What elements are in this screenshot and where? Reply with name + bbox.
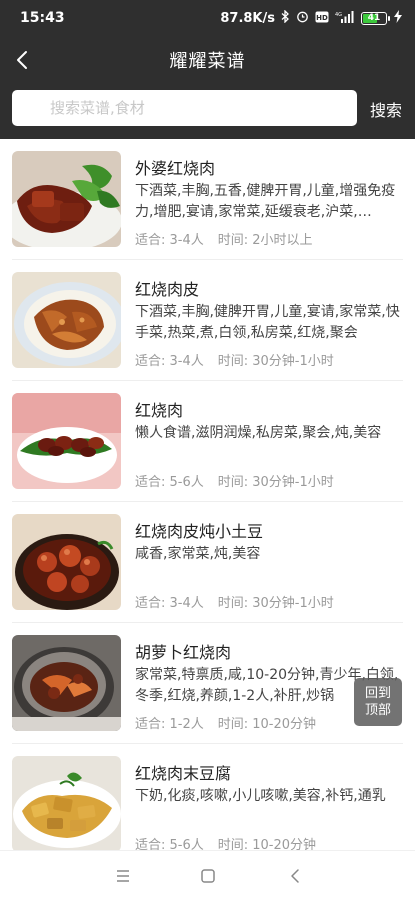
home-square-icon[interactable] (197, 865, 219, 887)
recipe-tags: 下酒菜,丰胸,健脾开胃,儿童,宴请,家常菜,快手菜,热菜,煮,白领,私房菜,红烧… (135, 304, 400, 341)
status-icons: 87.8K/s HD 4G 41 (220, 9, 403, 26)
signal-4g-icon: 4G (335, 10, 355, 26)
recipe-photo-braised-pork-greens (12, 151, 121, 247)
alarm-icon (296, 10, 309, 26)
recipe-title: 胡萝卜红烧肉 (135, 643, 232, 662)
recipe-serves: 适合: 3-4人 (135, 233, 204, 248)
recipe-serves: 适合: 3-4人 (135, 354, 204, 369)
recipe-time: 时间: 2小时以上 (217, 233, 313, 248)
recipe-time: 时间: 30分钟-1小时 (217, 596, 334, 611)
menu-icon[interactable] (112, 865, 134, 887)
recipe-title: 红烧肉皮 (135, 280, 200, 299)
recipe-photo-minced-pork-tofu (12, 756, 121, 850)
recipe-serves: 适合: 3-4人 (135, 596, 204, 611)
recipe-photo-braised-pork-plate (12, 393, 121, 489)
recipe-time: 时间: 10-20分钟 (217, 838, 317, 850)
recipe-meta: 适合: 1-2人 时间: 10-20分钟 (135, 713, 316, 732)
recipe-item[interactable]: 胡萝卜红烧肉 家常菜,特禀质,咸,10-20分钟,青少年,白领,冬季,红烧,养颜… (12, 623, 403, 744)
search-button[interactable]: 搜索 (370, 97, 402, 121)
bluetooth-icon (281, 9, 290, 26)
back-triangle-icon[interactable] (284, 865, 306, 887)
status-time: 15:43 (20, 10, 65, 26)
recipe-item[interactable]: 红烧肉末豆腐 下奶,化痰,咳嗽,小儿咳嗽,美容,补钙,通乳 适合: 5-6人 时间… (12, 744, 403, 850)
recipe-photo-pork-skin-potatoes (12, 514, 121, 610)
recipe-meta: 适合: 3-4人 时间: 2小时以上 (135, 229, 313, 248)
svg-text:4G: 4G (335, 12, 342, 18)
recipe-title: 红烧肉 (135, 401, 184, 420)
recipe-item[interactable]: 红烧肉皮 下酒菜,丰胸,健脾开胃,儿童,宴请,家常菜,快手菜,热菜,煮,白领,私… (12, 260, 403, 381)
recipe-title: 红烧肉皮炖小土豆 (135, 522, 264, 541)
net-speed: 87.8K/s (220, 10, 275, 26)
recipe-meta: 适合: 3-4人 时间: 30分钟-1小时 (135, 350, 334, 369)
system-nav-bar (0, 850, 415, 900)
recipe-time: 时间: 30分钟-1小时 (217, 475, 334, 490)
hd-icon: HD (315, 11, 329, 26)
app-header: 15:43 87.8K/s HD 4G 41 耀耀菜谱 搜索菜谱,食材 搜索 (0, 0, 415, 139)
recipe-item[interactable]: 外婆红烧肉 下酒菜,丰胸,五香,健脾开胃,儿童,增强免疫力,增肥,宴请,家常菜,… (12, 139, 403, 260)
recipe-title: 外婆红烧肉 (135, 159, 216, 178)
recipe-serves: 适合: 1-2人 (135, 717, 204, 732)
recipe-time: 时间: 30分钟-1小时 (217, 354, 334, 369)
recipe-serves: 适合: 5-6人 (135, 838, 204, 850)
recipe-meta: 适合: 5-6人 时间: 30分钟-1小时 (135, 471, 334, 490)
recipe-photo-carrot-braised-pork (12, 635, 121, 731)
page-title: 耀耀菜谱 (169, 51, 246, 72)
back-to-top-line1: 回到 (364, 686, 391, 701)
svg-text:HD: HD (316, 14, 328, 22)
recipe-item[interactable]: 红烧肉皮炖小土豆 咸香,家常菜,炖,美容 适合: 3-4人 时间: 30分钟-1小… (12, 502, 403, 623)
recipe-tags: 懒人食谱,滋阴润燥,私房菜,聚会,炖,美容 (135, 425, 382, 441)
recipe-title: 红烧肉末豆腐 (135, 764, 232, 783)
back-to-top-button[interactable]: 回到 顶部 (354, 678, 402, 726)
recipe-tags: 咸香,家常菜,炖,美容 (135, 546, 261, 562)
recipe-time: 时间: 10-20分钟 (217, 717, 317, 732)
recipe-list[interactable]: 外婆红烧肉 下酒菜,丰胸,五香,健脾开胃,儿童,增强免疫力,增肥,宴请,家常菜,… (0, 139, 415, 850)
search-input[interactable] (12, 90, 357, 126)
battery-icon: 41 (361, 11, 390, 25)
charging-icon (393, 10, 403, 26)
recipe-photo-braised-pork-skin (12, 272, 121, 368)
recipe-item[interactable]: 红烧肉 懒人食谱,滋阴润燥,私房菜,聚会,炖,美容 适合: 5-6人 时间: 30… (12, 381, 403, 502)
recipe-meta: 适合: 3-4人 时间: 30分钟-1小时 (135, 592, 334, 611)
back-to-top-line2: 顶部 (364, 703, 391, 718)
status-bar: 15:43 87.8K/s HD 4G 41 (0, 0, 415, 40)
recipe-serves: 适合: 5-6人 (135, 475, 204, 490)
recipe-tags: 下奶,化痰,咳嗽,小儿咳嗽,美容,补钙,通乳 (135, 788, 386, 804)
recipe-meta: 适合: 5-6人 时间: 10-20分钟 (135, 834, 316, 850)
recipe-tags: 下酒菜,丰胸,五香,健脾开胃,儿童,增强免疫力,增肥,宴请,家常菜,延缓衰老,沪… (135, 183, 396, 220)
